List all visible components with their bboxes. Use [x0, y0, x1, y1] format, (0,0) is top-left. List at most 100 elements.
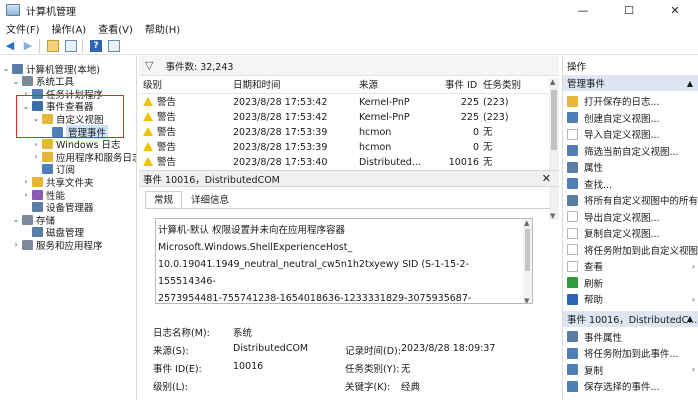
tree-item[interactable]: › 性能: [22, 188, 65, 202]
level-label: 级别(L):: [153, 382, 188, 393]
column-event-id[interactable]: 事件 ID: [445, 78, 479, 94]
action-item[interactable]: 筛选当前自定义视图...: [563, 143, 698, 159]
scroll-down-icon[interactable]: ▼: [524, 297, 529, 303]
table-row[interactable]: 警告 2023/8/28 17:53:39 hcmon 0 无: [139, 140, 549, 155]
action-item[interactable]: 帮助 ›: [563, 291, 698, 307]
maximize-button[interactable]: ☐: [606, 0, 652, 20]
tab-details[interactable]: 详细信息: [182, 191, 238, 209]
warning-icon: [143, 157, 153, 166]
table-cell: 无: [483, 125, 543, 140]
tree-item[interactable]: › 共享文件夹: [22, 175, 94, 189]
task-label: 任务类别(Y):: [345, 364, 400, 375]
action-item[interactable]: 事件属性: [563, 329, 698, 345]
table-cell: (223): [483, 110, 543, 125]
table-row[interactable]: 警告 2023/8/28 17:53:42 Kernel-PnP 225 (223): [139, 95, 549, 110]
help-icon[interactable]: ?: [88, 38, 104, 54]
scroll-up-icon[interactable]: ▲: [524, 219, 529, 227]
column-datetime[interactable]: 日期和时间: [233, 78, 355, 94]
actions-section-manage-events[interactable]: 管理事件 ▲: [563, 75, 698, 91]
scrollbar-thumb[interactable]: [525, 229, 530, 271]
chevron-right-icon[interactable]: ›: [12, 240, 20, 249]
description-scrollbar[interactable]: ▲ ▼: [523, 219, 532, 303]
action-item[interactable]: 将任务附加到此事件...: [563, 345, 698, 361]
chevron-right-icon[interactable]: ›: [32, 152, 40, 161]
menu-action[interactable]: 操作(A): [46, 21, 93, 36]
tree-item[interactable]: ⌄ 系统工具: [12, 75, 74, 88]
tab-general[interactable]: 常规: [145, 191, 183, 209]
back-arrow-icon[interactable]: ◀: [2, 38, 18, 54]
collapse-icon[interactable]: ▲: [687, 314, 693, 323]
tree-item[interactable]: 订阅: [32, 163, 75, 176]
minimize-button[interactable]: —: [560, 0, 606, 20]
scrollbar-thumb[interactable]: [551, 90, 557, 150]
action-item[interactable]: 导入自定义视图...: [563, 126, 698, 142]
action-item[interactable]: 刷新: [563, 275, 698, 291]
filter-icon[interactable]: ▽: [145, 59, 153, 72]
action-item[interactable]: 创建自定义视图...: [563, 110, 698, 126]
console-icon[interactable]: [106, 38, 122, 54]
action-label: 将任务附加到此自定义视图...: [584, 245, 698, 257]
section-label: 事件 10016，DistributedC...: [567, 314, 698, 326]
action-item[interactable]: 查看 ›: [563, 258, 698, 274]
action-item[interactable]: 复制自定义视图...: [563, 225, 698, 241]
chevron-down-icon[interactable]: ⌄: [12, 215, 20, 224]
warning-icon: [143, 97, 153, 106]
event-description-box[interactable]: 计算机-默认 权限设置并未向在应用程序容器 Microsoft.Windows.…: [155, 218, 533, 304]
show-hide-tree-icon[interactable]: [63, 38, 79, 54]
collapse-icon[interactable]: ▲: [687, 79, 693, 88]
tree-item[interactable]: › 服务和应用程序: [12, 238, 103, 252]
chevron-right-icon[interactable]: ›: [32, 140, 40, 149]
actions-section-event[interactable]: 事件 10016，DistributedC... ▲: [563, 310, 698, 327]
event-detail-title: 事件 10016，DistributedCOM: [143, 174, 280, 186]
event-view: ▽ 事件数: 32,243 级别 日期和时间 来源 事件 ID 任务类别 警告 2…: [139, 56, 559, 400]
actions-header: 操作: [563, 58, 698, 74]
menu-view[interactable]: 查看(V): [92, 21, 139, 36]
up-folder-icon[interactable]: [45, 38, 61, 54]
chevron-down-icon[interactable]: ⌄: [12, 77, 20, 86]
cell-text: 无: [483, 142, 493, 153]
action-item[interactable]: 将任务附加到此自定义视图...: [563, 242, 698, 258]
tree-node-icon: [12, 63, 23, 74]
scroll-up-icon[interactable]: ▲: [550, 78, 555, 86]
table-row[interactable]: 警告 2023/8/28 17:53:40 Distributed... 10016 无: [139, 155, 549, 170]
tree-item[interactable]: › 应用程序和服务日志: [32, 150, 136, 164]
action-icon: [567, 244, 578, 255]
tree-item[interactable]: 设备管理器: [22, 201, 94, 214]
column-task-category[interactable]: 任务类别: [483, 78, 543, 94]
tree-item[interactable]: › Windows 日志: [32, 138, 120, 151]
table-cell: Kernel-PnP: [359, 95, 443, 110]
column-level[interactable]: 级别: [143, 78, 229, 94]
column-source[interactable]: 来源: [359, 78, 443, 94]
event-list-scrollbar[interactable]: ▲ ▼: [549, 78, 559, 220]
menu-help[interactable]: 帮助(H): [139, 21, 186, 36]
menu-file[interactable]: 文件(F): [0, 21, 46, 36]
action-icon: [567, 178, 578, 189]
action-item[interactable]: 保存选择的事件...: [563, 378, 698, 394]
actions-pane: 操作 管理事件 ▲ 打开保存的日志... 创建自定义视图... 导入自定义视图...…: [562, 56, 698, 400]
tree-node-icon: [42, 151, 53, 162]
tree-item[interactable]: ⌄ 存储: [12, 213, 55, 227]
action-item[interactable]: 查找...: [563, 176, 698, 192]
table-row[interactable]: 警告 2023/8/28 17:53:39 hcmon 0 无: [139, 125, 549, 140]
table-cell: 2023/8/28 17:53:42: [233, 95, 355, 110]
chevron-right-icon[interactable]: ›: [22, 177, 30, 186]
tree-item[interactable]: ⌄ 计算机管理(本地): [2, 62, 100, 76]
chevron-down-icon[interactable]: ⌄: [2, 64, 10, 73]
tree-node-icon: [32, 227, 43, 238]
cell-text: 警告: [157, 127, 177, 138]
chevron-right-icon[interactable]: ›: [22, 190, 30, 199]
tree-item[interactable]: 磁盘管理: [22, 226, 84, 239]
action-item[interactable]: 复制 ›: [563, 362, 698, 378]
detail-tabs: 常规 详细信息: [145, 191, 238, 209]
action-item[interactable]: 导出自定义视图...: [563, 209, 698, 225]
action-item[interactable]: 打开保存的日志...: [563, 93, 698, 109]
table-cell: (223): [483, 95, 543, 110]
action-item[interactable]: 将所有自定义视图中的所有...: [563, 192, 698, 208]
forward-arrow-icon[interactable]: ▶: [20, 38, 36, 54]
chevron-right-icon: ›: [691, 294, 695, 304]
table-row[interactable]: 警告 2023/8/28 17:53:42 Kernel-PnP 225 (223): [139, 110, 549, 125]
close-button[interactable]: ✕: [652, 0, 698, 20]
close-icon[interactable]: ✕: [542, 172, 551, 185]
action-label: 查看: [584, 262, 604, 273]
action-item[interactable]: 属性: [563, 159, 698, 175]
